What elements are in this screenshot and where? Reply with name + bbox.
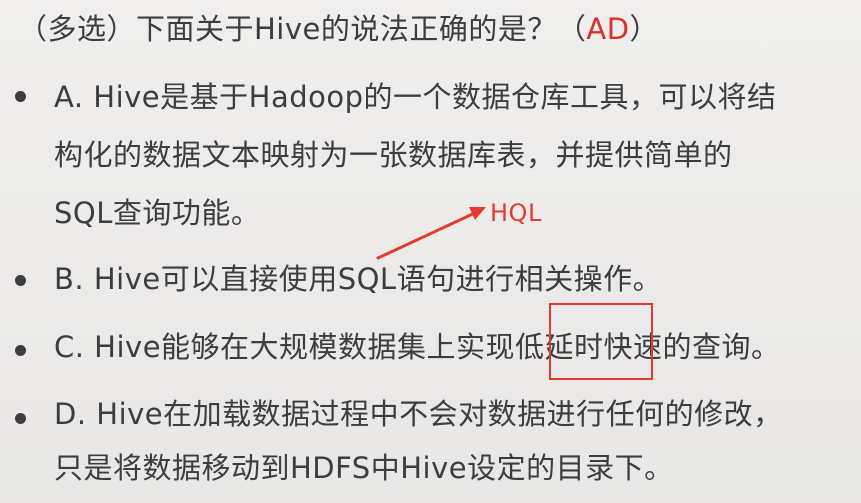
slide: （多选）下面关于Hive的说法正确的是？（AD） A. Hive是基于Hadoo…	[0, 0, 861, 503]
highlight-box	[549, 303, 653, 380]
option-a-line-2: 构化的数据文本映射为一张数据库表，并提供简单的	[54, 138, 733, 172]
bullet-b	[15, 275, 26, 286]
question-title: （多选）下面关于Hive的说法正确的是？（AD）	[18, 8, 659, 50]
option-d-line-1: D. Hive在加载数据过程中不会对数据进行任何的修改，	[54, 397, 783, 431]
annotation-note: HQL	[490, 199, 542, 227]
question-suffix: ）	[629, 12, 660, 46]
answer-key: AD	[586, 12, 630, 46]
option-b-line-1: B. Hive可以直接使用SQL语句进行相关操作。	[54, 262, 663, 296]
option-c-line-1: C. Hive能够在大规模数据集上实现低延时快速的查询。	[54, 330, 781, 364]
option-d-line-2: 只是将数据移动到HDFS中Hive设定的目录下。	[54, 451, 674, 485]
option-a-line-1: A. Hive是基于Hadoop的一个数据仓库工具，可以将结	[54, 80, 777, 114]
bullet-c	[15, 345, 26, 356]
bullet-d	[15, 413, 26, 424]
option-a-line-3: SQL查询功能。	[54, 196, 261, 230]
question-prefix: （多选）下面关于Hive的说法正确的是？（	[18, 12, 587, 46]
bullet-a	[15, 91, 26, 102]
